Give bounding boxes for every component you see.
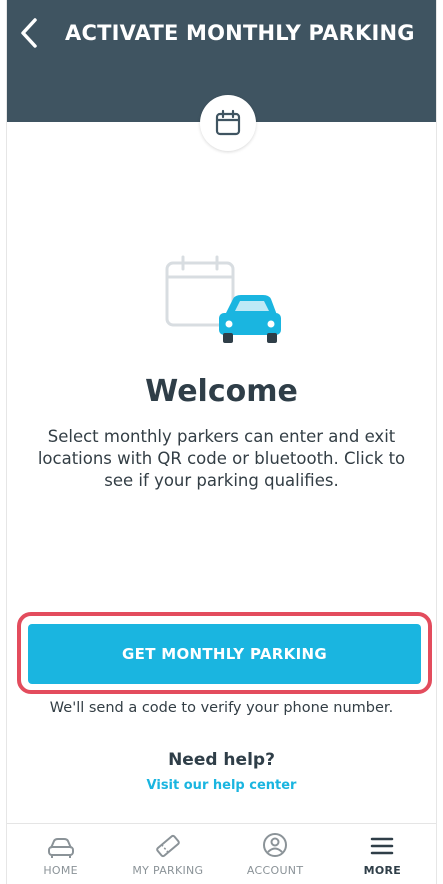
calendar-icon [215, 109, 241, 136]
nav-item-my-parking[interactable]: MY PARKING [114, 824, 221, 884]
nav-item-more[interactable]: MORE [329, 824, 436, 884]
chevron-left-icon [21, 18, 37, 48]
get-monthly-parking-button[interactable]: GET MONTHLY PARKING [28, 624, 421, 684]
calendar-car-icon [165, 255, 281, 343]
user-icon [263, 833, 288, 857]
bottom-nav: HOME MY PARKING ACCOUNT MORE [7, 823, 436, 884]
page-title: ACTIVATE MONTHLY PARKING [65, 21, 415, 45]
calendar-car-illustration [163, 255, 281, 347]
nav-label-home: HOME [43, 864, 78, 877]
car-icon [47, 838, 74, 858]
verify-note: We'll send a code to verify your phone n… [49, 700, 394, 716]
nav-label-my-parking: MY PARKING [132, 864, 204, 877]
back-button[interactable] [15, 16, 45, 50]
nav-item-account[interactable]: ACCOUNT [222, 824, 329, 884]
nav-label-account: ACCOUNT [246, 864, 304, 877]
help-center-link[interactable]: Visit our help center [7, 778, 436, 793]
nav-item-home[interactable]: HOME [7, 824, 114, 884]
nav-label-more: MORE [363, 864, 402, 877]
calendar-badge [200, 95, 256, 151]
need-help-heading: Need help? [168, 750, 275, 770]
app-screen: ACTIVATE MONTHLY PARKING Welcome Select … [6, 0, 437, 884]
welcome-heading: Welcome [145, 374, 298, 409]
description-text: Select monthly parkers can enter and exi… [37, 427, 406, 490]
menu-icon [371, 837, 394, 855]
ticket-icon [156, 834, 180, 858]
